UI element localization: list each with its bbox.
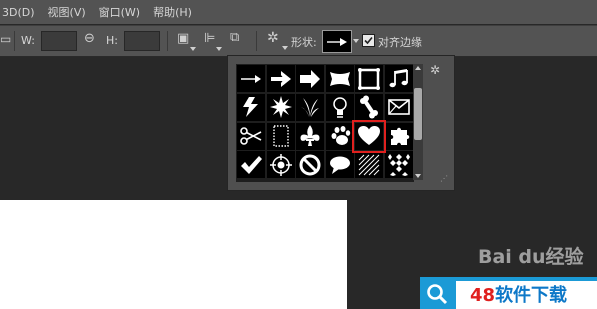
target-icon[interactable] xyxy=(266,151,295,179)
menu-window[interactable]: 窗口(W) xyxy=(99,4,140,20)
width-label: W: xyxy=(21,34,35,47)
chevron-down-icon[interactable] xyxy=(353,39,359,43)
width-input[interactable] xyxy=(41,31,77,51)
align-edges-label: 对齐边缘 xyxy=(378,36,422,49)
check-icon xyxy=(364,36,373,45)
align-edges-checkbox[interactable] xyxy=(362,34,375,47)
arrow-thin-icon[interactable] xyxy=(237,65,265,92)
lightbulb-icon[interactable] xyxy=(325,93,354,121)
chevron-down-icon xyxy=(282,46,288,50)
divider xyxy=(167,31,168,51)
envelope-icon[interactable] xyxy=(384,93,413,121)
scrollbar-thumb[interactable] xyxy=(414,88,422,140)
arrow-right-icon xyxy=(327,37,347,46)
speech-bubble-icon[interactable] xyxy=(325,151,354,179)
site-prefix: 48 xyxy=(470,285,496,306)
baidu-watermark: Bai du经验 xyxy=(478,246,584,268)
menu-help[interactable]: 帮助(H) xyxy=(153,4,192,20)
banner-icon[interactable] xyxy=(325,65,354,92)
picker-scrollbar[interactable] xyxy=(413,64,423,180)
hatched-square-icon[interactable] xyxy=(355,151,384,179)
grass-icon[interactable] xyxy=(296,93,325,121)
starburst-icon[interactable] xyxy=(266,93,295,121)
custom-shape-picker: ✲ ⋰ xyxy=(227,55,455,191)
resize-grip-icon[interactable]: ⋰ xyxy=(440,174,448,183)
link-icon[interactable]: ⊖ xyxy=(84,31,95,46)
path-arrangement-icon[interactable]: ⧉ xyxy=(230,30,239,45)
arrow-medium-icon[interactable] xyxy=(266,65,295,92)
stamp-frame-icon[interactable] xyxy=(266,122,295,150)
document-canvas[interactable] xyxy=(0,200,347,309)
gear-icon[interactable]: ✲ xyxy=(430,63,440,77)
frame-icon[interactable] xyxy=(355,65,384,92)
checkerboard-icon[interactable] xyxy=(384,151,413,179)
mode-dropdown-icon[interactable]: ▭ xyxy=(0,32,11,46)
gear-icon[interactable]: ✲ xyxy=(267,30,279,46)
bone-icon[interactable] xyxy=(355,93,384,121)
music-note-icon[interactable] xyxy=(384,65,413,92)
heart-icon[interactable] xyxy=(352,119,387,153)
fleur-de-lis-icon[interactable] xyxy=(296,122,325,150)
height-input[interactable] xyxy=(124,31,160,51)
checkmark-icon[interactable] xyxy=(237,151,265,179)
divider xyxy=(256,31,257,51)
puzzle-icon[interactable] xyxy=(384,122,413,150)
scroll-up-icon[interactable] xyxy=(415,66,421,70)
paw-icon[interactable] xyxy=(325,122,354,150)
no-sign-icon[interactable] xyxy=(296,151,325,179)
divider xyxy=(14,31,15,51)
chevron-down-icon xyxy=(216,47,222,51)
arrow-bold-icon[interactable] xyxy=(296,65,325,92)
menu-view[interactable]: 视图(V) xyxy=(48,4,86,20)
shape-grid xyxy=(236,64,414,182)
menu-3d[interactable]: 3D(D) xyxy=(2,6,35,19)
path-operations-icon[interactable]: ▣ xyxy=(177,31,189,46)
chevron-down-icon xyxy=(190,47,196,51)
lightning-icon[interactable] xyxy=(237,93,265,121)
path-alignment-icon[interactable]: ⊫ xyxy=(204,31,215,46)
shape-dropdown[interactable] xyxy=(322,30,352,53)
scroll-down-icon[interactable] xyxy=(415,174,421,178)
scissors-icon[interactable] xyxy=(237,122,265,150)
site-suffix: 软件下载 xyxy=(495,285,568,306)
site-watermark: 48软件下载 xyxy=(420,277,597,309)
options-bar: ▭ W: ⊖ H: ▣ ⊫ ⧉ ✲ 形状: 对齐边缘 xyxy=(0,25,597,57)
shape-label: 形状: xyxy=(291,36,317,49)
site-name: 48软件下载 xyxy=(470,281,567,307)
menu-bar: 3D(D) 视图(V) 窗口(W) 帮助(H) xyxy=(0,0,597,24)
height-label: H: xyxy=(106,34,118,47)
search-icon xyxy=(427,284,448,305)
